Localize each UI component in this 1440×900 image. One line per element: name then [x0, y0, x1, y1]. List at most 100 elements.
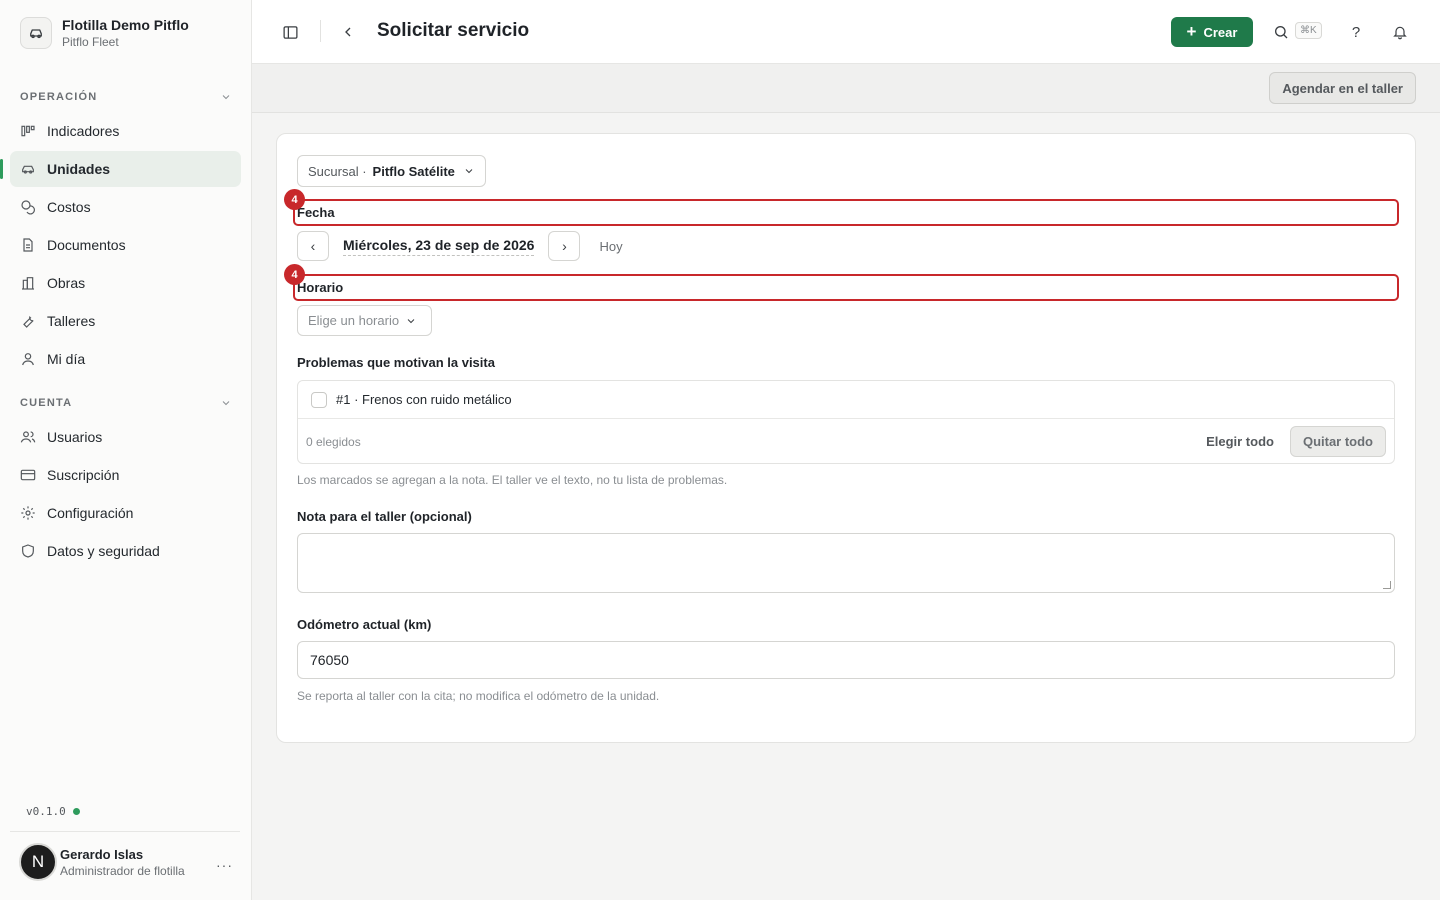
sidebar-item-costos[interactable]: Costos — [10, 189, 241, 225]
sidebar-item-indicadores[interactable]: Indicadores — [10, 113, 241, 149]
sidebar-item-label: Suscripción — [47, 467, 120, 483]
sidebar-item-label: Usuarios — [47, 429, 103, 445]
sidebar-item-label: Mi día — [47, 351, 86, 367]
credit-card-icon — [20, 467, 36, 483]
sidebar-item-label: Obras — [47, 275, 86, 291]
sidebar-item-label: Documentos — [47, 237, 126, 253]
sidebar-item-talleres[interactable]: Talleres — [10, 303, 241, 339]
page-title: Solicitar servicio — [377, 20, 530, 41]
problems-list: #1 · Frenos con ruido metálico 0 elegido… — [297, 380, 1395, 464]
sidebar-item-unidades[interactable]: Unidades — [0, 151, 241, 187]
bar-chart-icon — [20, 123, 36, 139]
branch-select-label: Sucursal · — [308, 163, 367, 179]
gear-icon — [20, 505, 36, 521]
wrench-icon — [20, 313, 36, 329]
odometer-help-text: Se reporta al taller con la cita; no mod… — [297, 689, 660, 703]
date-value[interactable]: Miércoles, 23 de sep de 2026 — [343, 237, 535, 256]
problems-footer: 0 elegidos Elegir todo Quitar todo — [298, 419, 1394, 464]
note-textarea[interactable] — [297, 533, 1395, 593]
highlight-badge: 4 — [284, 264, 305, 285]
app-version: v0.1.0 — [26, 805, 80, 818]
back-chevron-icon[interactable] — [338, 22, 358, 42]
previous-day-button[interactable]: ‹ — [297, 231, 329, 261]
highlight-box — [293, 274, 1399, 301]
sidebar-item-label: Unidades — [47, 161, 111, 177]
user-name: Gerardo Islas — [60, 846, 144, 862]
sidebar-item-label: Talleres — [47, 313, 96, 329]
list-item[interactable]: #1 · Frenos con ruido metálico — [298, 381, 1394, 419]
selected-count: 0 elegidos — [306, 434, 361, 449]
sidebar-toggle-icon[interactable] — [280, 22, 300, 42]
user-role: Administrador de flotilla — [60, 863, 185, 878]
problems-help-text: Los marcados se agregan a la nota. El ta… — [297, 473, 728, 487]
section-operacion-header[interactable]: OPERACIÓN — [20, 91, 232, 103]
section-operacion-label: OPERACIÓN — [20, 91, 98, 103]
car-logo-icon — [20, 17, 52, 49]
chevron-down-icon — [222, 401, 230, 406]
org-name: Flotilla Demo Pitflo — [62, 17, 189, 33]
users-icon — [20, 429, 36, 445]
service-request-form: Sucursal · Pitflo Satélite Fecha 4 ‹ Mié… — [276, 133, 1416, 743]
org-switcher[interactable]: Flotilla Demo Pitflo Pitflo Fleet — [20, 17, 189, 49]
problem-label: #1 · Frenos con ruido metálico — [336, 392, 512, 407]
car-icon — [20, 161, 36, 177]
clear-all-button[interactable]: Quitar todo — [1289, 426, 1386, 457]
more-options-icon[interactable]: ··· — [216, 857, 233, 873]
date-picker: ‹ Miércoles, 23 de sep de 2026 › Hoy — [297, 231, 623, 261]
sidebar-item-label: Costos — [47, 199, 91, 215]
chevron-down-icon — [222, 95, 230, 100]
sidebar-item-configuracion[interactable]: Configuración — [10, 495, 241, 531]
time-select-placeholder: Elige un horario — [308, 313, 400, 328]
shortcut-hint: ⌘K — [1295, 22, 1322, 39]
divider — [320, 20, 321, 42]
divider — [10, 831, 240, 832]
sidebar-item-label: Datos y seguridad — [47, 543, 160, 559]
branch-select[interactable]: Sucursal · Pitflo Satélite — [297, 155, 486, 187]
document-icon — [20, 237, 36, 253]
plus-icon: + — [1186, 22, 1197, 41]
user-menu[interactable]: N Gerardo Islas Administrador de flotill… — [19, 843, 185, 881]
problems-label: Problemas que motivan la visita — [297, 355, 495, 370]
version-text: v0.1.0 — [26, 805, 66, 818]
branch-select-value: Pitflo Satélite — [372, 163, 455, 179]
help-icon[interactable]: ? — [1346, 22, 1366, 42]
resize-handle-icon[interactable] — [1383, 581, 1391, 589]
problem-checkbox[interactable] — [311, 391, 327, 408]
sidebar-item-mi-dia[interactable]: Mi día — [10, 341, 241, 377]
sidebar-item-suscripcion[interactable]: Suscripción — [10, 457, 241, 493]
schedule-at-shop-button[interactable]: Agendar en el taller — [1269, 72, 1416, 104]
person-icon — [20, 351, 36, 367]
time-select[interactable]: Elige un horario — [297, 305, 432, 336]
coins-icon — [20, 199, 36, 215]
action-bar: Agendar en el taller — [252, 64, 1440, 113]
sidebar-item-obras[interactable]: Obras — [10, 265, 241, 301]
highlight-badge: 4 — [284, 189, 305, 210]
org-subtitle: Pitflo Fleet — [62, 35, 119, 49]
create-button-label: Crear — [1203, 24, 1238, 40]
search-icon[interactable] — [1271, 22, 1291, 42]
note-label: Nota para el taller (opcional) — [297, 509, 472, 524]
top-bar: Solicitar servicio + Crear ⌘K ? — [252, 0, 1440, 64]
building-icon — [20, 275, 36, 291]
odometer-value: 76050 — [310, 652, 349, 668]
odometer-label: Odómetro actual (km) — [297, 617, 432, 632]
sidebar-item-usuarios[interactable]: Usuarios — [10, 419, 241, 455]
next-day-button[interactable]: › — [548, 231, 581, 261]
shield-icon — [20, 543, 36, 559]
chevron-down-icon — [465, 169, 473, 174]
section-cuenta-label: CUENTA — [20, 397, 73, 409]
highlight-box — [293, 199, 1399, 226]
create-button[interactable]: + Crear — [1171, 17, 1253, 47]
sidebar-item-label: Indicadores — [47, 123, 120, 139]
sidebar: Flotilla Demo Pitflo Pitflo Fleet OPERAC… — [0, 0, 252, 900]
bell-icon[interactable] — [1390, 22, 1410, 42]
chevron-down-icon — [407, 318, 415, 323]
section-cuenta-header[interactable]: CUENTA — [20, 397, 232, 409]
today-button[interactable]: Hoy — [599, 239, 622, 254]
odometer-input[interactable]: 76050 — [297, 641, 1395, 679]
avatar: N — [19, 843, 57, 881]
sidebar-item-documentos[interactable]: Documentos — [10, 227, 241, 263]
status-dot — [72, 808, 80, 815]
select-all-button[interactable]: Elegir todo — [1206, 434, 1274, 449]
sidebar-item-datos-seguridad[interactable]: Datos y seguridad — [10, 533, 241, 569]
